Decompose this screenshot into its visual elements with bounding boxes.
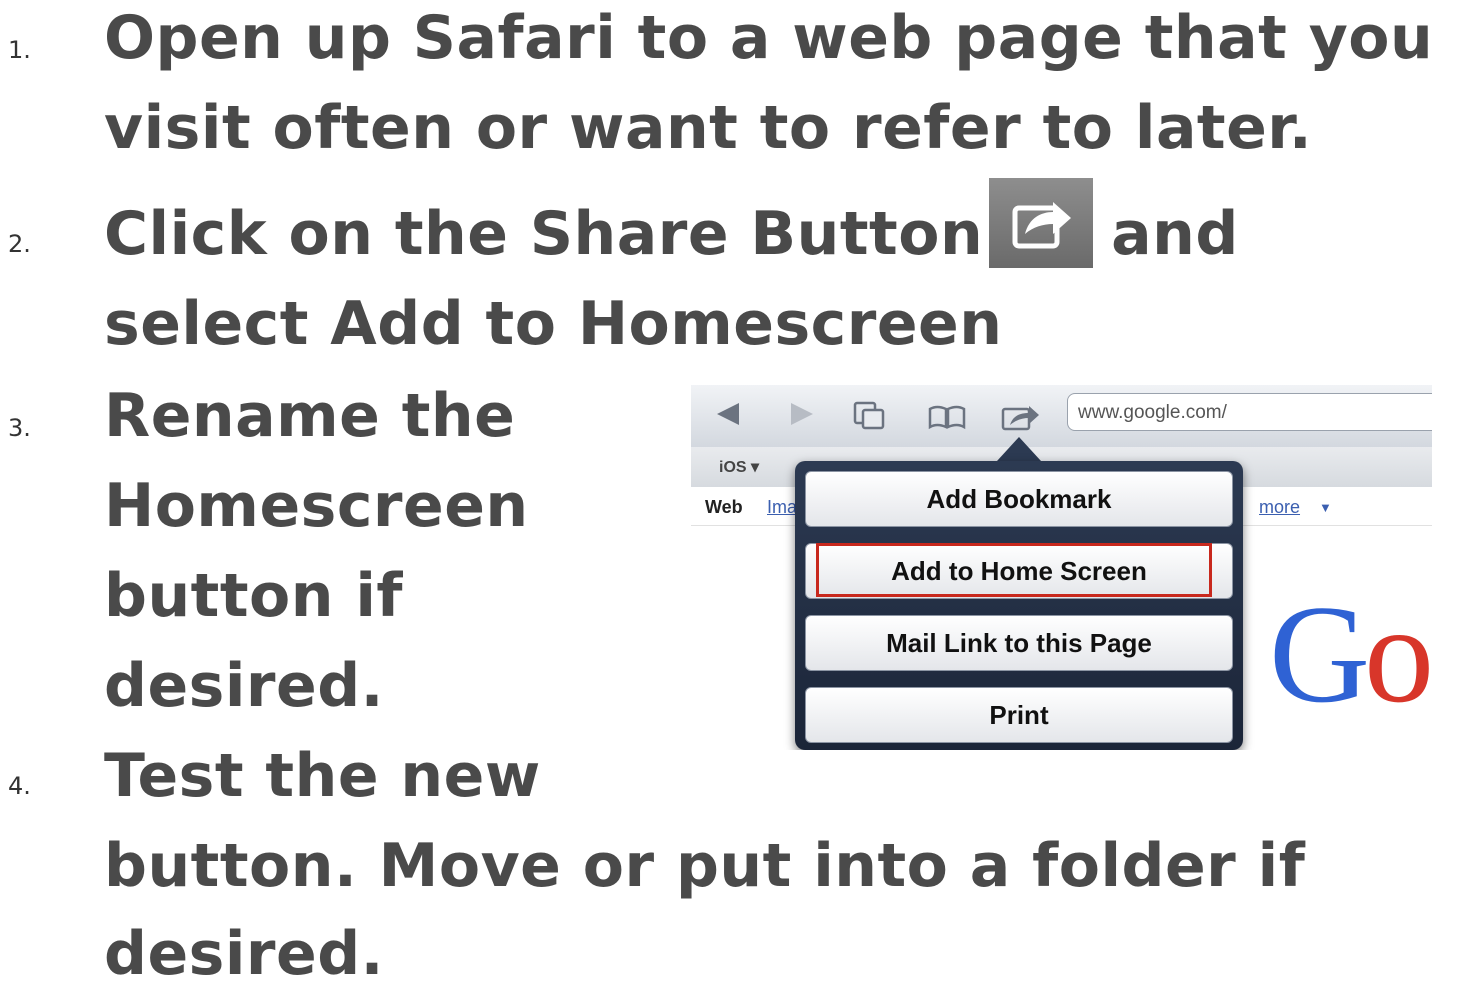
ios-bookmark-folder[interactable]: iOS ▾ (719, 457, 759, 477)
step-1-line-1: Open up Safari to a web page that you (104, 3, 1434, 73)
step-number-4: 4. (8, 772, 31, 800)
highlight-box (816, 543, 1212, 597)
menu-mail-link[interactable]: Mail Link to this Page (805, 615, 1233, 671)
bookmarks-icon[interactable] (927, 401, 967, 431)
menu-pointer (997, 437, 1041, 461)
google-web-link[interactable]: Web (705, 497, 743, 518)
menu-add-bookmark[interactable]: Add Bookmark (805, 471, 1233, 527)
tabs-icon[interactable] (853, 401, 887, 431)
step-3-line-4: desired. (104, 651, 384, 721)
share-menu-popover: Add Bookmark Add to Home Screen Mail Lin… (795, 461, 1243, 750)
step-4-line-2: button. Move or put into a folder if (104, 831, 1306, 901)
step-2-line-1: Click on the Share Button and (104, 178, 1239, 282)
chevron-down-icon: ▼ (1319, 500, 1332, 515)
step-4-line-1: Test the new (104, 741, 541, 811)
step-3-line-2: Homescreen (104, 471, 529, 541)
step-number-3: 3. (8, 414, 31, 442)
step-number-2: 2. (8, 230, 31, 258)
forward-arrow-icon[interactable] (787, 401, 815, 427)
safari-share-menu-screenshot: www.google.com/ iOS ▾ Web Ima more ▼ Go … (691, 385, 1432, 750)
step-2-line-2: select Add to Homescreen (104, 289, 1003, 359)
google-images-link[interactable]: Ima (767, 497, 797, 518)
share-icon[interactable] (1001, 401, 1041, 431)
step-4-line-3: desired. (104, 919, 384, 989)
step-3-line-3: button if (104, 561, 404, 631)
step-2-text-pre: Click on the Share Button (104, 199, 984, 269)
google-more-link[interactable]: more (1259, 497, 1300, 518)
step-number-1: 1. (8, 36, 31, 64)
google-logo: Go (1269, 577, 1432, 732)
safari-toolbar: www.google.com/ (691, 385, 1432, 448)
step-3-line-1: Rename the (104, 381, 516, 451)
step-1-line-2: visit often or want to refer to later. (104, 93, 1313, 163)
share-arrow-icon (989, 178, 1094, 269)
step-2-text-post: and (1111, 199, 1239, 269)
url-field[interactable]: www.google.com/ (1067, 393, 1432, 431)
menu-print[interactable]: Print (805, 687, 1233, 743)
back-arrow-icon[interactable] (715, 401, 743, 427)
